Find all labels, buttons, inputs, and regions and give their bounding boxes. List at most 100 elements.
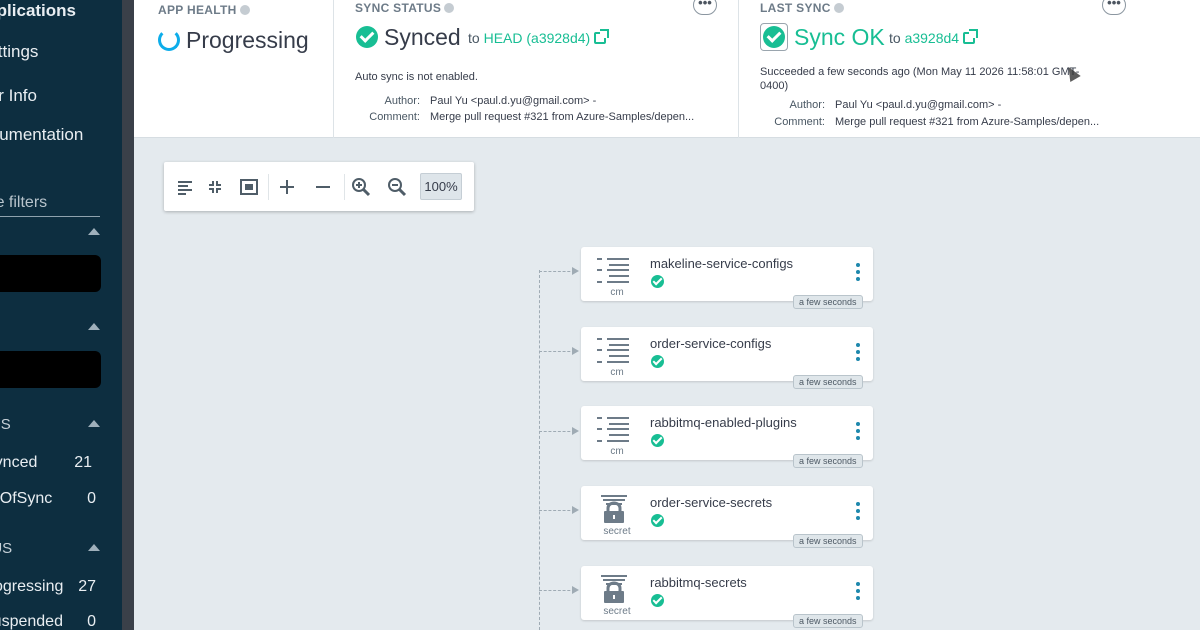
check-icon bbox=[763, 26, 785, 48]
align-left-icon[interactable] bbox=[174, 176, 196, 198]
more-options-button[interactable]: ••• bbox=[1102, 0, 1126, 15]
filter-count: 0 bbox=[87, 490, 96, 507]
filter-count: 27 bbox=[78, 578, 96, 595]
node-menu-icon[interactable] bbox=[855, 263, 861, 285]
app-health-panel: APP HEALTH Progressing bbox=[134, 0, 333, 138]
healthy-check-icon bbox=[651, 514, 664, 527]
revision-link[interactable]: HEAD (a3928d4) bbox=[484, 30, 591, 46]
author-key: Author: bbox=[384, 95, 420, 107]
last-sync-target: to a3928d4 bbox=[889, 29, 979, 46]
collapse-caret-icon[interactable] bbox=[88, 228, 100, 235]
comment-value: Merge pull request #321 from Azure-Sampl… bbox=[835, 116, 1100, 128]
resource-node[interactable]: cm makeline-service-configs a few second… bbox=[581, 247, 873, 309]
sync-result-line-1: Succeeded a few seconds ago (Mon May 11 … bbox=[760, 66, 1080, 78]
last-sync-label: LAST SYNC bbox=[760, 1, 844, 15]
minus-icon[interactable] bbox=[312, 176, 334, 198]
more-options-button[interactable]: ••• bbox=[693, 0, 717, 15]
resource-node[interactable]: cm rabbitmq-enabled-plugins a few second… bbox=[581, 406, 873, 468]
resource-kind: cm bbox=[610, 287, 624, 298]
comment-value: Merge pull request #321 from Azure-Sampl… bbox=[430, 111, 695, 123]
resource-age-badge: a few seconds bbox=[793, 375, 863, 389]
zoom-in-icon[interactable] bbox=[350, 176, 372, 198]
edge-arrow-icon bbox=[572, 427, 579, 435]
resource-node[interactable]: cm order-service-configs a few seconds bbox=[581, 327, 873, 389]
healthy-check-icon bbox=[651, 275, 664, 288]
edge-arrow-icon bbox=[572, 506, 579, 514]
node-menu-icon[interactable] bbox=[855, 582, 861, 604]
filter-count: 21 bbox=[74, 454, 92, 471]
sidebar-item-user-info[interactable]: User Info bbox=[0, 86, 37, 106]
resource-kind: cm bbox=[610, 446, 624, 457]
zoom-level[interactable]: 100% bbox=[420, 173, 462, 200]
expand-icon[interactable] bbox=[276, 176, 298, 198]
collapse-caret-icon[interactable] bbox=[88, 544, 100, 551]
sidebar: Applications Settings User Info Document… bbox=[0, 0, 122, 630]
resource-node[interactable]: secret order-service-secrets a few secon… bbox=[581, 486, 873, 548]
filter-label: OutOfSync bbox=[0, 490, 53, 507]
node-menu-icon[interactable] bbox=[855, 422, 861, 444]
collapse-icon[interactable] bbox=[204, 176, 226, 198]
app-status-header: APP HEALTH Progressing SYNC STATUS ••• S… bbox=[134, 0, 1200, 138]
resource-name: order-service-secrets bbox=[650, 495, 773, 510]
secret-icon bbox=[595, 574, 633, 604]
sync-target: to HEAD (a3928d4) bbox=[468, 29, 610, 46]
external-link-icon[interactable] bbox=[594, 29, 610, 44]
to-label: to bbox=[468, 30, 480, 46]
help-icon[interactable] bbox=[833, 3, 844, 13]
health-status-section-title: HEALTH STATUS bbox=[0, 540, 13, 557]
to-label: to bbox=[889, 30, 901, 46]
divider bbox=[0, 216, 100, 217]
zoom-out-icon[interactable] bbox=[386, 176, 408, 198]
collapse-caret-icon[interactable] bbox=[88, 420, 100, 427]
sync-result-line-2: 0400) bbox=[760, 80, 789, 92]
filter-label: Synced bbox=[0, 454, 38, 471]
sidebar-item-settings[interactable]: Settings bbox=[0, 42, 38, 62]
sidebar-item-applications[interactable]: Applications bbox=[0, 1, 76, 21]
sidebar-resize-handle[interactable] bbox=[122, 0, 134, 630]
app-health-status: Progressing bbox=[186, 27, 309, 53]
author-value: Paul Yu <paul.d.yu@gmail.com> - bbox=[430, 95, 597, 107]
configmap-icon bbox=[595, 255, 633, 285]
author-key: Author: bbox=[789, 99, 825, 111]
edge-arrow-icon bbox=[572, 267, 579, 275]
panel-title: APP HEALTH bbox=[158, 3, 237, 17]
auto-sync-note: Auto sync is not enabled. bbox=[355, 71, 478, 83]
sidebar-item-documentation[interactable]: Documentation bbox=[0, 125, 83, 145]
sidebar-item-label: User Info bbox=[0, 86, 37, 105]
kind-filter-input[interactable] bbox=[0, 351, 101, 388]
resource-age-badge: a few seconds bbox=[793, 614, 863, 628]
name-filter-input[interactable] bbox=[0, 255, 101, 292]
resource-name: order-service-configs bbox=[650, 336, 772, 351]
healthy-check-icon bbox=[651, 434, 664, 447]
divider bbox=[344, 174, 345, 200]
author-value: Paul Yu <paul.d.yu@gmail.com> - bbox=[835, 99, 1002, 111]
resource-kind: cm bbox=[610, 367, 624, 378]
sync-status-value: Synced bbox=[384, 24, 461, 50]
sidebar-item-label: Settings bbox=[0, 42, 39, 61]
healthy-check-icon bbox=[651, 355, 664, 368]
panel-title: LAST SYNC bbox=[760, 1, 831, 15]
resource-age-badge: a few seconds bbox=[793, 454, 863, 468]
external-link-icon[interactable] bbox=[963, 29, 979, 44]
filter-count: 0 bbox=[87, 613, 96, 630]
fit-screen-icon[interactable] bbox=[238, 176, 260, 198]
panel-title: SYNC STATUS bbox=[355, 1, 442, 15]
help-icon[interactable] bbox=[239, 5, 250, 15]
graph-toolbar: 100% bbox=[164, 162, 474, 211]
revision-link[interactable]: a3928d4 bbox=[905, 30, 960, 46]
last-sync-panel: LAST SYNC ••• Sync OK to a3928d4 Succeed… bbox=[738, 0, 1200, 138]
synced-check-icon bbox=[356, 26, 378, 48]
node-menu-icon[interactable] bbox=[855, 343, 861, 365]
resource-node[interactable]: secret rabbitmq-secrets a few seconds bbox=[581, 566, 873, 628]
node-menu-icon[interactable] bbox=[855, 502, 861, 524]
help-icon[interactable] bbox=[444, 3, 455, 13]
resource-kind: secret bbox=[603, 526, 631, 537]
progressing-icon bbox=[158, 29, 180, 51]
sync-ok-icon bbox=[760, 23, 788, 51]
graph-edge-trunk bbox=[539, 270, 540, 630]
collapse-caret-icon[interactable] bbox=[88, 323, 100, 330]
graph-edge bbox=[539, 590, 575, 591]
last-sync-status: Sync OK bbox=[794, 24, 885, 50]
edge-arrow-icon bbox=[572, 586, 579, 594]
comment-key: Comment: bbox=[369, 111, 420, 123]
